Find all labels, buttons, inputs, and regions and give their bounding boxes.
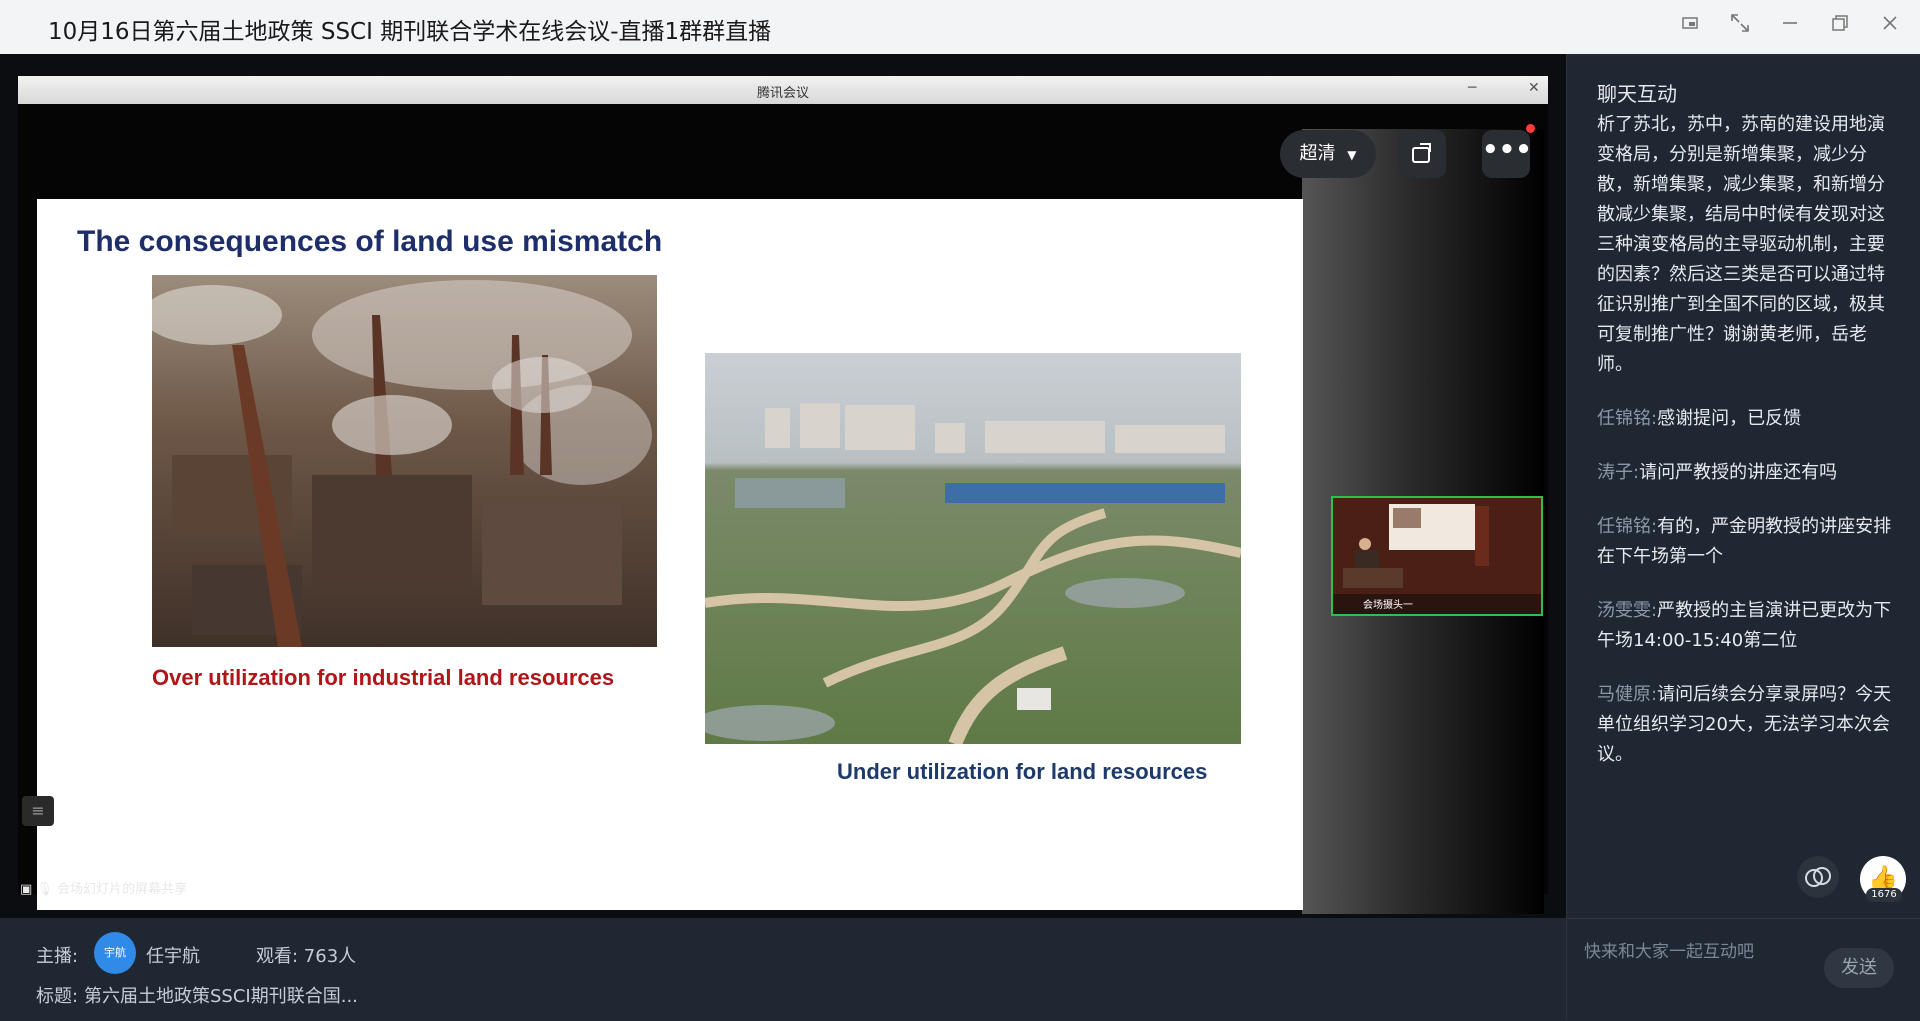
slide-title: The consequences of land use mismatch xyxy=(77,225,663,258)
caption-over-utilization: Over utilization for industrial land res… xyxy=(152,665,615,690)
chat-text: 感谢提问，已反馈 xyxy=(1657,408,1802,429)
camera-pip[interactable]: 会场摄头一 xyxy=(1331,496,1543,616)
link-icon xyxy=(1805,867,1831,887)
topic-text: 第六届土地政策SSCI期刊联合国... xyxy=(84,986,358,1007)
chat-message: 涛子:请问严教授的讲座还有吗 xyxy=(1597,458,1897,488)
meeting-close-icon: ✕ xyxy=(1528,80,1540,96)
more-options-button[interactable]: ••• xyxy=(1482,130,1532,178)
avatar[interactable]: 宇航 xyxy=(94,932,136,974)
notification-dot xyxy=(1526,124,1535,133)
industrial-photo xyxy=(152,275,657,647)
chat-message-list[interactable]: 析了苏北，苏中，苏南的建设用地演变格局，分别是新增集聚，减少分散，新增集聚，减少… xyxy=(1597,110,1897,850)
chat-sender: 马健原: xyxy=(1597,684,1658,705)
chat-message: 任锦铭:感谢提问，已反馈 xyxy=(1597,404,1897,434)
rotate-screen-button[interactable] xyxy=(1398,130,1446,178)
like-count: 1676 xyxy=(1866,888,1902,902)
pip-label: 会场摄头一 xyxy=(1363,600,1413,611)
mic-icon: 🎙 xyxy=(36,882,53,897)
more-icon: ••• xyxy=(1482,135,1532,165)
slide-list-icon[interactable]: ≡ xyxy=(22,796,54,826)
meeting-window-bar: 腾讯会议 ─ ✕ xyxy=(18,76,1548,105)
presentation-slide: The consequences of land use mismatch Ov… xyxy=(37,199,1303,910)
react-button[interactable] xyxy=(1797,856,1839,898)
video-stage: 腾讯会议 ─ ✕ The consequences of land use mi… xyxy=(0,54,1566,918)
send-button[interactable]: 发送 xyxy=(1824,948,1894,988)
topic-label: 标题: xyxy=(36,986,79,1007)
minimize-icon[interactable] xyxy=(1776,12,1804,40)
chat-sender: 任锦铭: xyxy=(1597,408,1658,429)
restore-icon[interactable] xyxy=(1826,12,1854,40)
quality-label: 超清 xyxy=(1299,143,1336,164)
pin-icon[interactable] xyxy=(1676,12,1704,40)
window-title: 10月16日第六届土地政策 SSCI 期刊联合学术在线会议-直播1群群直播 xyxy=(48,19,772,45)
chat-sender: 涛子: xyxy=(1597,462,1640,483)
host-label: 主播: xyxy=(36,946,79,967)
screen-share-icon: ▣ xyxy=(20,882,33,897)
screen-share-text: 会场幻灯片的屏幕共享 xyxy=(57,882,188,897)
meeting-minimize-icon: ─ xyxy=(1468,80,1477,96)
title-bar: 10月16日第六届土地政策 SSCI 期刊联合学术在线会议-直播1群群直播 xyxy=(0,0,1920,54)
rotate-icon xyxy=(1412,143,1431,163)
host-name: 任宇航 xyxy=(146,946,200,967)
chevron-down-icon: ▼ xyxy=(1347,148,1357,162)
quality-selector[interactable]: 超清 ▼ xyxy=(1280,130,1376,178)
chat-message: 任锦铭:有的，严金明教授的讲座安排在下午场第一个 xyxy=(1597,512,1897,572)
chat-message: 马健原:请问后续会分享录屏吗？今天单位组织学习20大，无法学习本次会议。 xyxy=(1597,680,1897,770)
screen-share-label: ▣ 🎙 会场幻灯片的屏幕共享 xyxy=(20,878,187,897)
chat-text: 析了苏北，苏中，苏南的建设用地演变格局，分别是新增集聚，减少分散，新增集聚，减少… xyxy=(1597,114,1885,375)
viewer-count: 观看: 763人 xyxy=(256,946,357,967)
chat-text: 请问严教授的讲座还有吗 xyxy=(1639,462,1838,483)
fullscreen-icon[interactable] xyxy=(1726,12,1754,40)
chat-sender: 任锦铭: xyxy=(1597,516,1658,537)
chat-message: 汤雯雯:严教授的主旨演讲已更改为下午场14:00-15:40第二位 xyxy=(1597,596,1897,656)
chat-sender: 汤雯雯: xyxy=(1597,600,1658,621)
close-icon[interactable] xyxy=(1876,12,1904,40)
chat-input[interactable]: 快来和大家一起互动吧 xyxy=(1584,937,1754,962)
meeting-window-title: 腾讯会议 xyxy=(756,86,809,101)
stream-info-bar: 主播: 宇航 任宇航 观看: 763人 标题: 第六届土地政策SSCI期刊联合国… xyxy=(0,918,1566,1020)
caption-under-utilization: Under utilization for land resources xyxy=(837,759,1208,784)
chat-message: 析了苏北，苏中，苏南的建设用地演变格局，分别是新增集聚，减少分散，新增集聚，减少… xyxy=(1597,110,1897,380)
vacant-land-photo xyxy=(705,353,1241,744)
chat-title: 聊天互动 xyxy=(1597,82,1677,106)
